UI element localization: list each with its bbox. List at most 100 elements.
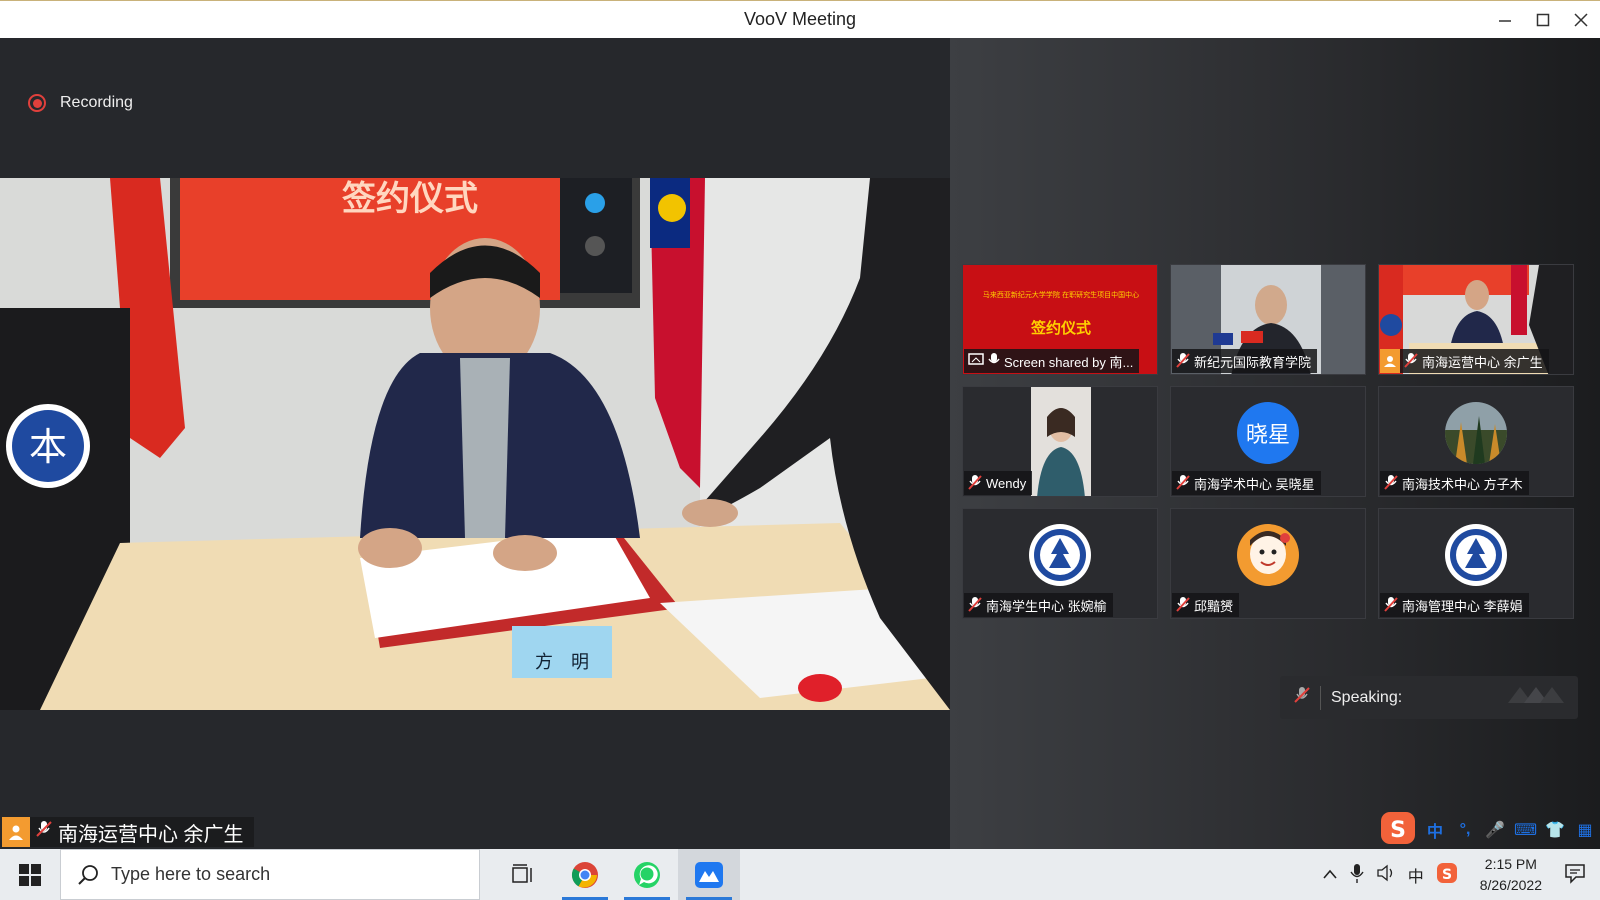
- avatar-logo: [1029, 524, 1091, 586]
- microphone-icon[interactable]: [1350, 863, 1364, 886]
- clock-date: 8/26/2022: [1479, 876, 1542, 893]
- muted-mic-icon: [36, 820, 52, 844]
- avatar: [1445, 402, 1507, 464]
- speaking-label: Speaking:: [1331, 688, 1403, 706]
- mic-icon: [988, 352, 1000, 371]
- notification-icon[interactable]: [1564, 862, 1586, 887]
- muted-mic-icon: [1294, 686, 1310, 709]
- participant-name: Screen shared by 南...: [1004, 354, 1134, 370]
- muted-mic-icon: [968, 474, 982, 493]
- clock-time: 2:15 PM: [1484, 855, 1537, 872]
- input-language-indicator[interactable]: 中: [1408, 863, 1424, 887]
- muted-mic-icon: [1176, 474, 1190, 493]
- participant-tile[interactable]: 南海运营中心 余广生: [1378, 264, 1574, 375]
- participant-tile[interactable]: 新纪元国际教育学院: [1170, 264, 1366, 375]
- shared-screen-caption: 马来西亚新纪元大学学院 在职研究生项目中国中心: [983, 290, 1139, 299]
- participant-label: 南海管理中心 李薛娟: [1380, 593, 1529, 617]
- ime-chinese-mode-icon[interactable]: 中: [1424, 818, 1446, 842]
- shared-screen-title: 签约仪式: [1030, 319, 1091, 337]
- recording-indicator[interactable]: Recording: [28, 94, 133, 112]
- taskbar-whatsapp[interactable]: [616, 849, 678, 900]
- participant-name: 南海学生中心 张婉榆: [986, 598, 1107, 614]
- screen-share-icon: [968, 352, 984, 370]
- taskbar-apps: [492, 849, 740, 900]
- window-title: VooV Meeting: [743, 9, 857, 29]
- ime-skin-icon[interactable]: 👕: [1544, 820, 1566, 840]
- sogou-icon[interactable]: S: [1380, 811, 1416, 850]
- search-icon: [78, 864, 98, 885]
- participant-name: 南海运营中心 余广生: [1422, 354, 1543, 370]
- ime-keyboard-icon[interactable]: ⌨: [1514, 820, 1537, 840]
- avatar-cartoon: [1237, 524, 1299, 586]
- host-icon: [1380, 349, 1400, 373]
- muted-mic-icon: [968, 596, 982, 615]
- muted-mic-icon: [1404, 352, 1418, 371]
- participant-label: 南海技术中心 方子木: [1380, 471, 1529, 495]
- svg-text:S: S: [1442, 867, 1452, 883]
- active-speaker-name: 南海运营中心 余广生: [58, 823, 244, 846]
- divider: [1320, 685, 1321, 710]
- task-view-button[interactable]: [492, 849, 554, 900]
- screen-title: 签约仪式: [342, 179, 478, 219]
- participant-label: 南海学术中心 吴晓星: [1172, 471, 1321, 495]
- sogou-tray-icon[interactable]: S: [1436, 862, 1458, 887]
- task-view-icon: [512, 863, 532, 883]
- participant-tile[interactable]: 邱黯赟: [1170, 508, 1366, 619]
- taskbar-search[interactable]: Type here to search: [60, 849, 480, 900]
- maximize-button[interactable]: [1524, 1, 1562, 39]
- svg-text:S: S: [1390, 818, 1406, 843]
- search-placeholder: Type here to search: [111, 864, 271, 884]
- chevron-up-icon[interactable]: [1322, 867, 1338, 883]
- participant-label: 新纪元国际教育学院: [1172, 349, 1318, 373]
- participant-tile[interactable]: 马来西亚新纪元大学学院 在职研究生项目中国中心 签约仪式 Screen shar…: [962, 264, 1158, 375]
- participant-name: 南海学术中心 吴晓星: [1194, 476, 1315, 492]
- participant-label: Wendy: [964, 471, 1033, 495]
- participant-name: 南海技术中心 方子木: [1402, 476, 1523, 492]
- taskbar-clock[interactable]: 2:15 PM 8/26/2022: [1480, 854, 1542, 896]
- close-button[interactable]: [1562, 1, 1600, 39]
- participant-tile[interactable]: 南海管理中心 李薛娟: [1378, 508, 1574, 619]
- participant-tile[interactable]: 南海技术中心 方子木: [1378, 386, 1574, 497]
- taskbar-voov[interactable]: [678, 849, 740, 900]
- minimize-button[interactable]: [1486, 1, 1524, 39]
- name-card: 方 明: [535, 652, 589, 673]
- windows-icon: [19, 863, 41, 886]
- avatar-initials: 晓星: [1245, 422, 1290, 447]
- avatar: 晓星: [1237, 402, 1299, 464]
- main-stage: Recording 签约仪式 本 方 明 南海运营中心 余广生: [0, 38, 950, 849]
- avatar-logo: [1445, 524, 1507, 586]
- title-bar: VooV Meeting: [0, 0, 1600, 38]
- participant-tile[interactable]: Wendy: [962, 386, 1158, 497]
- muted-mic-icon: [1176, 352, 1190, 371]
- svg-text:本: 本: [29, 425, 67, 469]
- participant-name: 邱黯赟: [1194, 598, 1234, 614]
- muted-mic-icon: [1384, 596, 1398, 615]
- ime-toolbox-icon[interactable]: ▦: [1574, 820, 1596, 840]
- window-controls: [1486, 1, 1600, 39]
- ime-punctuation-icon[interactable]: °,: [1454, 821, 1476, 839]
- participant-name: 南海管理中心 李薛娟: [1402, 598, 1523, 614]
- participant-tile[interactable]: 南海学生中心 张婉榆: [962, 508, 1158, 619]
- participant-label: 南海学生中心 张婉榆: [964, 593, 1113, 617]
- taskbar-chrome[interactable]: [554, 849, 616, 900]
- participant-tile[interactable]: 晓星 南海学术中心 吴晓星: [1170, 386, 1366, 497]
- active-speaker-tag: 南海运营中心 余广生: [2, 817, 254, 847]
- recording-label: Recording: [60, 94, 133, 111]
- start-button[interactable]: [0, 849, 60, 900]
- participant-label: 南海运营中心 余广生: [1380, 349, 1549, 373]
- taskbar: Type here to search 中 S 2:15 PM 8/26/202…: [0, 849, 1600, 900]
- voov-meeting-icon: [695, 861, 723, 888]
- speaking-indicator: Speaking:: [1280, 676, 1578, 719]
- participant-label: 邱黯赟: [1172, 593, 1240, 617]
- chrome-icon: [571, 861, 598, 888]
- system-tray: 中 S 2:15 PM 8/26/2022: [1322, 849, 1600, 900]
- ime-toolbar: S 中 °, 🎤 ⌨ 👕 ▦: [1380, 811, 1596, 849]
- voov-logo-icon: [1506, 681, 1566, 714]
- main-video[interactable]: 签约仪式 本 方 明: [0, 178, 950, 710]
- participant-name: 新纪元国际教育学院: [1194, 354, 1312, 370]
- host-icon: [2, 817, 30, 847]
- participant-name: Wendy: [986, 475, 1027, 491]
- volume-icon[interactable]: [1376, 864, 1396, 885]
- ime-voice-icon[interactable]: 🎤: [1484, 820, 1506, 840]
- participant-label: Screen shared by 南...: [964, 349, 1140, 373]
